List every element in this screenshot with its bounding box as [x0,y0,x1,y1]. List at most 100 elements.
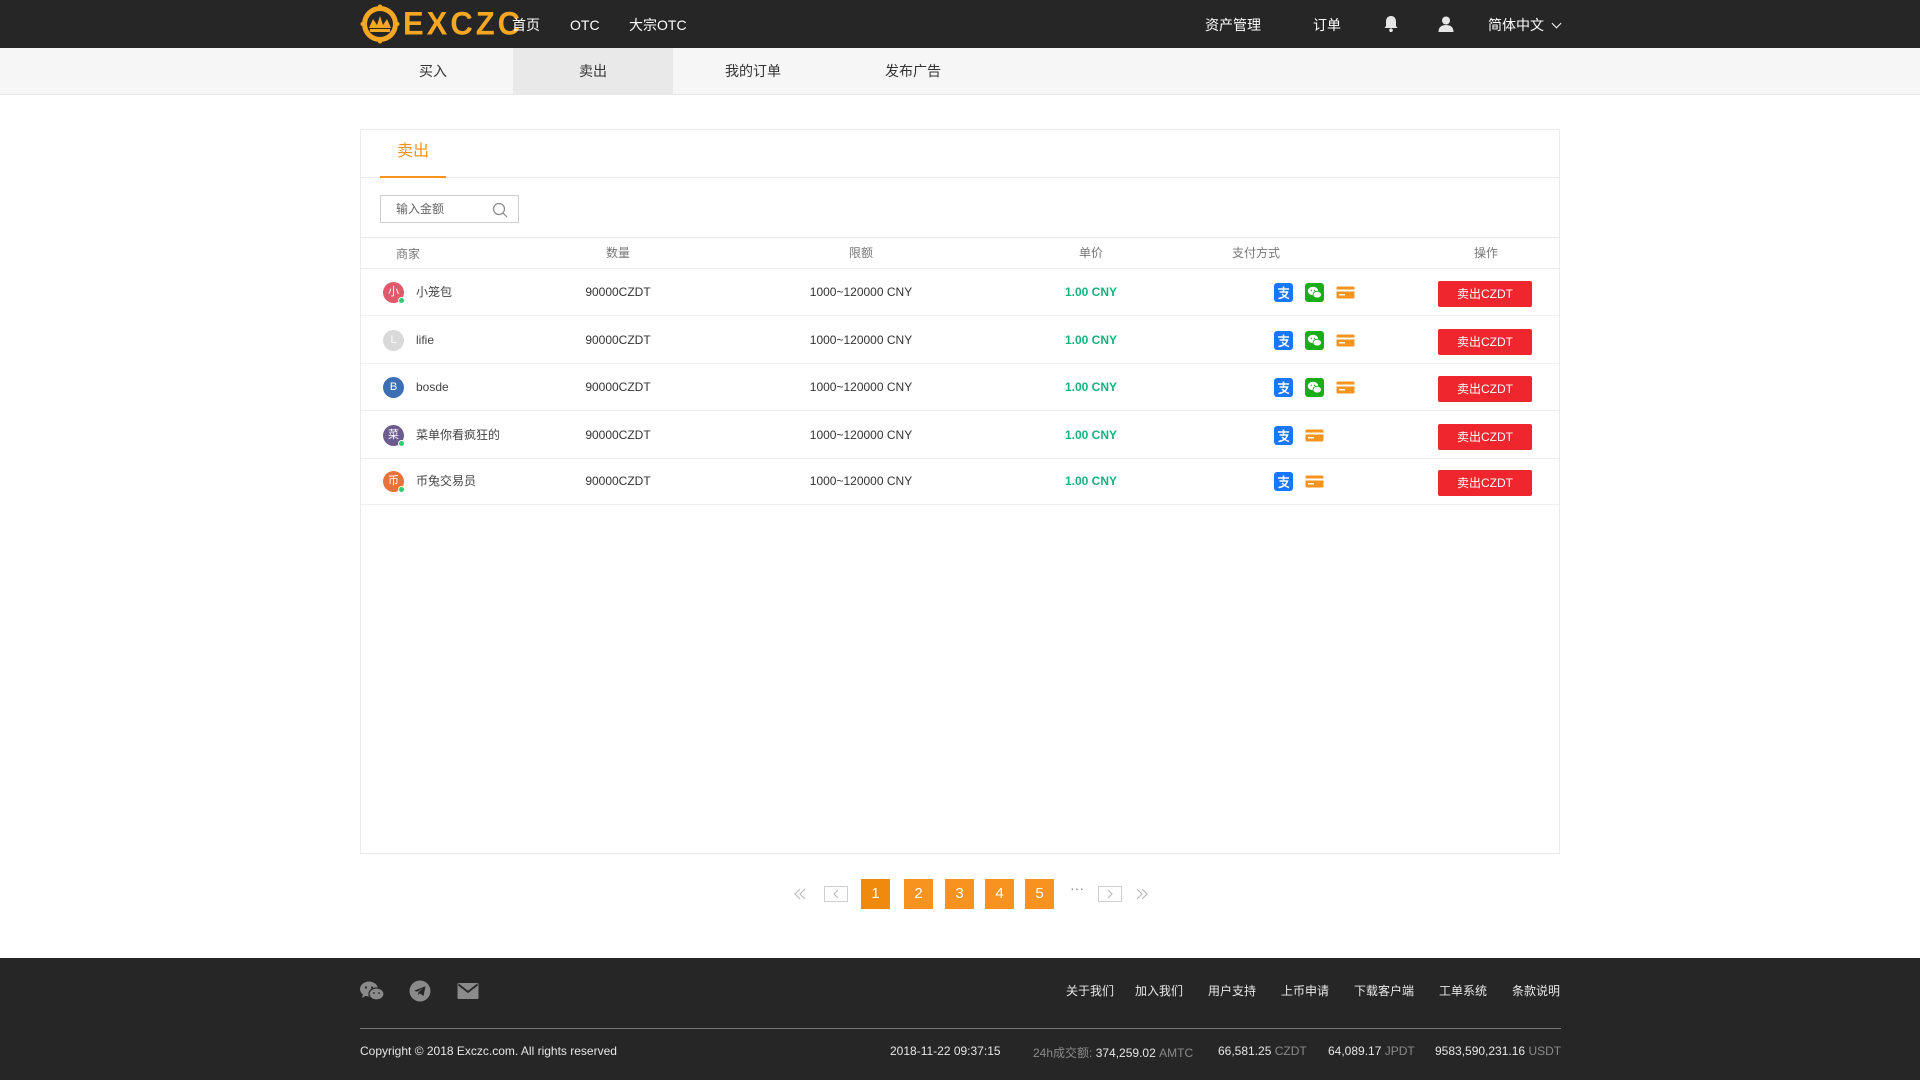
avatar-initial: B [389,381,398,393]
nav-bulk-otc[interactable]: 大宗OTC [629,0,687,48]
avatar[interactable]: B [383,377,404,398]
payment-methods [1274,269,1384,316]
nav-otc[interactable]: OTC [570,0,600,48]
bank-card-icon [1305,475,1324,488]
amount-cell: 90000CZDT [585,380,651,394]
merchant-name[interactable]: 币兔交易员 [416,458,476,505]
avatar[interactable]: 菜 [383,425,405,447]
stat-value: 374,259.02 [1095,1046,1156,1060]
stat-czdt: 66,581.25 CZDT [1218,1044,1307,1058]
amount-search-box [380,195,519,223]
tab-buy[interactable]: 买入 [353,48,513,94]
page-ellipsis: ··· [1070,880,1084,896]
merchant-name[interactable]: 菜单你看疯狂的 [416,412,500,459]
avatar[interactable]: 币 [383,471,405,493]
avatar-initial: 菜 [388,429,399,441]
page-4[interactable]: 4 [985,879,1014,909]
bell-icon[interactable] [1381,14,1401,34]
footer-link-terms[interactable]: 条款说明 [1512,982,1560,999]
telegram-icon[interactable] [408,979,432,1003]
sell-czdt-button[interactable]: 卖出CZDT [1438,376,1532,402]
wechat-pay-icon [1305,283,1324,302]
footer-link-support[interactable]: 用户支持 [1208,982,1256,999]
limit-cell: 1000~120000 CNY [809,474,913,488]
wechat-pay-icon [1305,378,1324,397]
panel-tab-sell[interactable]: 卖出 [380,130,446,178]
search-icon[interactable] [492,202,508,218]
nav-orders[interactable]: 订单 [1313,0,1341,48]
footer-link-download[interactable]: 下载客户端 [1354,982,1414,999]
wechat-icon[interactable] [359,979,385,1003]
nav-home[interactable]: 首页 [512,0,540,48]
sell-czdt-button[interactable]: 卖出CZDT [1438,470,1532,496]
footer-link-tickets[interactable]: 工单系统 [1439,982,1487,999]
payment-methods [1274,458,1384,505]
limit-cell: 1000~120000 CNY [809,380,913,394]
volume-24h: 24h成交额: 374,259.02 AMTC [1033,1044,1193,1061]
nav-asset-management[interactable]: 资产管理 [1205,0,1261,48]
alipay-icon [1274,426,1293,445]
volume-label: 24h成交额: [1033,1046,1093,1060]
table-header: 商家 数量 限额 单价 支付方式 操作 [361,237,1559,269]
footer-link-about[interactable]: 关于我们 [1066,982,1114,999]
pagination: 1 2 3 4 5 ··· [0,879,1920,909]
bank-card-icon [1336,286,1355,299]
alipay-icon [1274,472,1293,491]
next-page-icon[interactable] [1098,886,1122,902]
sell-czdt-button[interactable]: 卖出CZDT [1438,424,1532,450]
col-price: 单价 [1078,246,1103,260]
limit-cell: 1000~120000 CNY [809,285,913,299]
avatar-initial: 小 [388,286,399,298]
stat-unit: USDT [1528,1044,1562,1058]
avatar-initial: L [390,334,397,346]
alipay-icon [1274,283,1293,302]
language-label: 简体中文 [1488,17,1544,33]
tab-my-orders[interactable]: 我的订单 [673,48,833,94]
brand-logo[interactable]: EXCZC [360,4,523,44]
stat-jpdt: 64,089.17 JPDT [1328,1044,1415,1058]
merchant-name[interactable]: lifie [416,317,434,364]
tab-post-ad[interactable]: 发布广告 [833,48,993,94]
table-row: 菜 菜单你看疯狂的 90000CZDT 1000~120000 CNY 1.00 CNY… [361,412,1559,459]
sell-czdt-button[interactable]: 卖出CZDT [1438,329,1532,355]
page-1[interactable]: 1 [861,879,890,909]
bank-card-icon [1305,429,1324,442]
bank-card-icon [1336,381,1355,394]
stat-value: 66,581.25 [1218,1044,1272,1058]
avatar[interactable]: L [383,330,404,351]
top-navbar: EXCZC 首页 OTC 大宗OTC 资产管理 订单 简体中文 [0,0,1920,48]
merchant-name[interactable]: bosde [416,364,449,411]
price-cell: 1.00 CNY [1064,474,1118,488]
page-5[interactable]: 5 [1025,879,1054,909]
language-selector[interactable]: 简体中文 [1488,0,1562,48]
payment-methods [1274,364,1384,411]
limit-cell: 1000~120000 CNY [809,333,913,347]
tab-sell[interactable]: 卖出 [513,48,673,94]
wechat-pay-icon [1305,331,1324,350]
amount-cell: 90000CZDT [585,333,651,347]
avatar[interactable]: 小 [383,282,405,304]
merchant-name[interactable]: 小笼包 [416,269,452,316]
first-page-icon[interactable] [793,888,807,900]
avatar-initial: 币 [388,475,399,487]
footer-link-join[interactable]: 加入我们 [1135,982,1183,999]
limit-cell: 1000~120000 CNY [809,428,913,442]
footer-link-listing[interactable]: 上币申请 [1281,982,1329,999]
table-row: Llifie 90000CZDT 1000~120000 CNY 1.00 CNY 卖出… [361,317,1559,364]
last-page-icon[interactable] [1135,888,1149,900]
sell-czdt-button[interactable]: 卖出CZDT [1438,281,1532,307]
user-icon[interactable] [1436,14,1456,34]
table-row: 币 币兔交易员 90000CZDT 1000~120000 CNY 1.00 CNY 卖出… [361,458,1559,505]
page-2[interactable]: 2 [904,879,933,909]
page-3[interactable]: 3 [945,879,974,909]
amount-search-input[interactable] [381,196,489,222]
table-row: 小 小笼包 90000CZDT 1000~120000 CNY 1.00 CNY 卖出CZ… [361,269,1559,316]
online-indicator [398,440,405,447]
price-cell: 1.00 CNY [1064,380,1118,394]
stat-usdt: 9583,590,231.16 USDT [1435,1044,1561,1058]
panel-header: 卖出 [361,130,1559,178]
mail-icon[interactable] [456,979,480,1003]
col-merchant: 商家 [395,247,420,261]
footer: 关于我们 加入我们 用户支持 上币申请 下载客户端 工单系统 条款说明 Copy… [0,958,1920,1080]
prev-page-icon[interactable] [824,886,848,902]
